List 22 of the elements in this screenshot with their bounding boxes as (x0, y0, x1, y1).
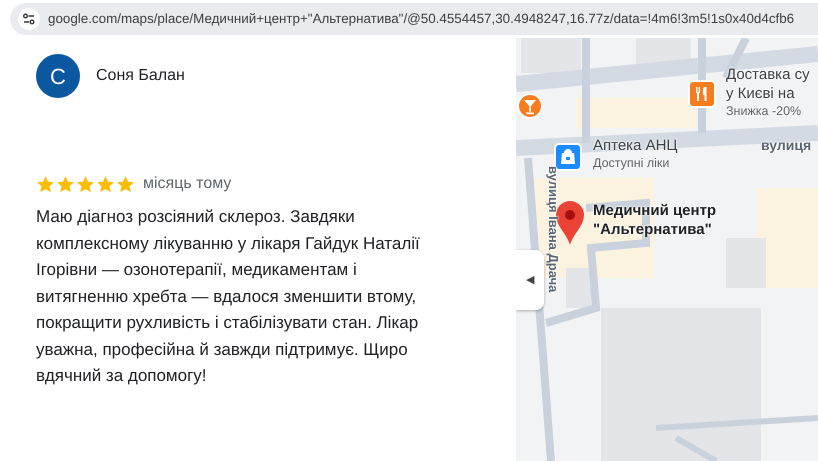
place-subtitle: Знижка -20% (726, 103, 802, 119)
star-icon (116, 174, 135, 194)
collapse-button[interactable]: ◀ (516, 250, 544, 310)
cutlery-icon[interactable] (688, 80, 716, 110)
star-icon (76, 174, 95, 194)
place-label[interactable]: Аптека АНЦ (593, 136, 678, 155)
star-icon (56, 174, 75, 194)
review-text: Маю діагноз розсіяний склероз. Завдяки комплексному лікуванню у лікаря Гайдук Наталії Ігорівни — озонотерапії, медикаментам і витягненню хребта — вдалося зменшити втому, покращити рухливість і стабілізувати стан. Лікар уважна, професійна й завжди підтримує. Щиро вдячний за допомогу! (36, 206, 421, 387)
building (521, 38, 581, 73)
place-subtitle: Доступні ліки (593, 155, 670, 171)
road (674, 435, 718, 461)
site-settings-icon[interactable] (18, 8, 40, 30)
place-label[interactable]: Доставка су у Києві на (726, 65, 810, 103)
street-label: вулиця (761, 136, 812, 155)
avatar: С (36, 54, 80, 98)
review-time: місяць тому (143, 174, 232, 194)
star-icon (96, 174, 115, 194)
place-label[interactable]: Медичний центр "Альтернатива" (593, 201, 716, 239)
street-label: вулиця Івана Драча (547, 166, 560, 292)
shopping-bag-icon[interactable] (554, 143, 582, 173)
reviewer-name[interactable]: Соня Балан (96, 64, 185, 88)
star-icon (36, 174, 55, 194)
